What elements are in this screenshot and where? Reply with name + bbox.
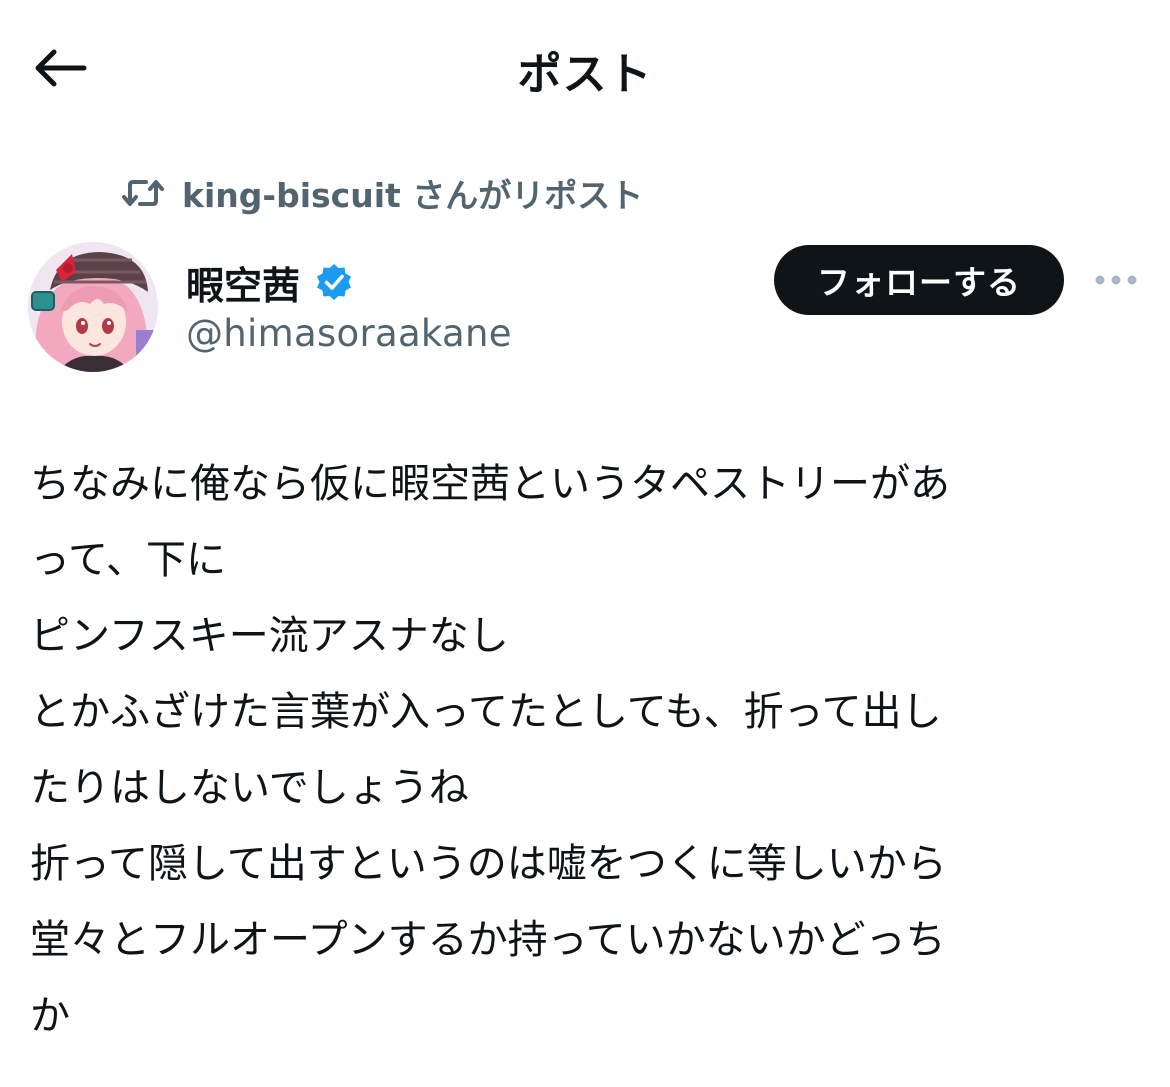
author-handle[interactable]: @himasoraakane	[186, 312, 512, 355]
more-options-button[interactable]	[1092, 262, 1140, 298]
avatar-image	[28, 242, 158, 372]
post-text-line: たりはしないでしょうね	[30, 765, 469, 811]
more-horizontal-icon	[1095, 275, 1137, 285]
top-bar: ポスト	[0, 0, 1170, 135]
repost-context[interactable]: king-biscuit さんがリポスト	[120, 168, 643, 218]
verified-badge-icon	[317, 264, 352, 300]
post-text-line: 折って隠して出すというのは嘘をつくに等しいから	[30, 841, 947, 887]
author-name[interactable]: 暇空茜	[186, 255, 300, 310]
page-title: ポスト	[517, 49, 653, 100]
repost-text: king-biscuit さんがリポスト	[182, 176, 644, 215]
post-text-line: か	[30, 993, 70, 1039]
post-text-line: とかふざけた言葉が入ってたとしても、折って出し	[30, 689, 942, 735]
repost-icon	[122, 180, 164, 206]
follow-button[interactable]: フォローする	[774, 245, 1064, 315]
author-name-row[interactable]: 暇空茜	[186, 254, 354, 310]
post-text: ちなみに俺なら仮に暇空茜というタペストリーがあ って、下に ピンフスキー流アスナ…	[30, 446, 1145, 1054]
post-text-line: 堂々とフルオープンするか持っていかないかどっち	[30, 917, 946, 963]
avatar[interactable]	[28, 242, 158, 372]
post-text-line: って、下に	[30, 537, 226, 583]
post-text-line: ちなみに俺なら仮に暇空茜というタペストリーがあ	[30, 461, 950, 507]
post-text-line: ピンフスキー流アスナなし	[30, 613, 509, 659]
